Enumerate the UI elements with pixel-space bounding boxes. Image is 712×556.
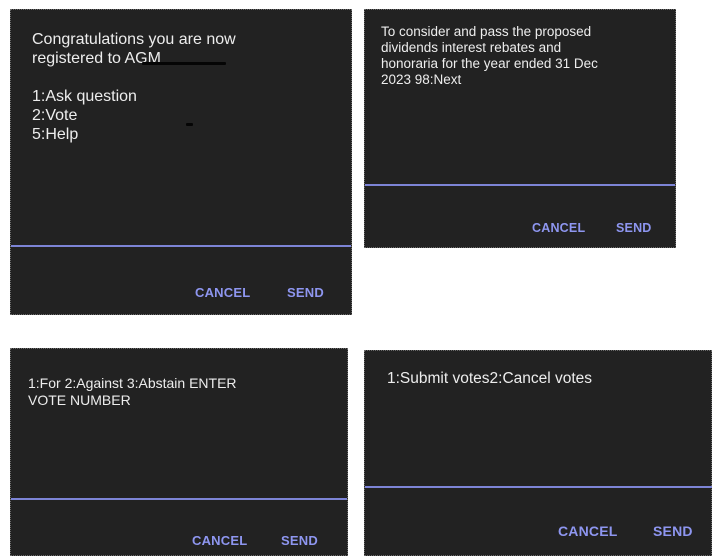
send-button[interactable]: SEND xyxy=(287,286,324,299)
dialog-message: 1:For 2:Against 3:Abstain ENTER VOTE NUM… xyxy=(28,375,237,408)
input-divider xyxy=(11,245,351,247)
ussd-dialog-submit-votes: 1:Submit votes2:Cancel votes CANCEL SEND xyxy=(364,350,712,556)
send-button[interactable]: SEND xyxy=(616,222,652,235)
input-divider xyxy=(365,486,712,488)
input-divider xyxy=(11,498,347,500)
send-button[interactable]: SEND xyxy=(653,524,693,538)
cancel-button[interactable]: CANCEL xyxy=(195,286,250,299)
input-divider xyxy=(365,184,675,186)
dialog-message: To consider and pass the proposed divide… xyxy=(381,24,598,87)
cancel-button[interactable]: CANCEL xyxy=(558,524,618,538)
ussd-dialog-resolution: To consider and pass the proposed divide… xyxy=(364,9,676,248)
dialog-message: 1:Submit votes2:Cancel votes xyxy=(387,370,593,387)
send-button[interactable]: SEND xyxy=(281,534,318,547)
redaction-mark xyxy=(186,123,193,126)
cancel-button[interactable]: CANCEL xyxy=(192,534,247,547)
dialog-message: Congratulations you are now registered t… xyxy=(32,31,236,143)
ussd-dialog-vote-options: 1:For 2:Against 3:Abstain ENTER VOTE NUM… xyxy=(10,348,348,556)
redaction-bar xyxy=(142,62,226,65)
ussd-dialog-registration: Congratulations you are now registered t… xyxy=(10,9,352,315)
cancel-button[interactable]: CANCEL xyxy=(532,222,585,235)
